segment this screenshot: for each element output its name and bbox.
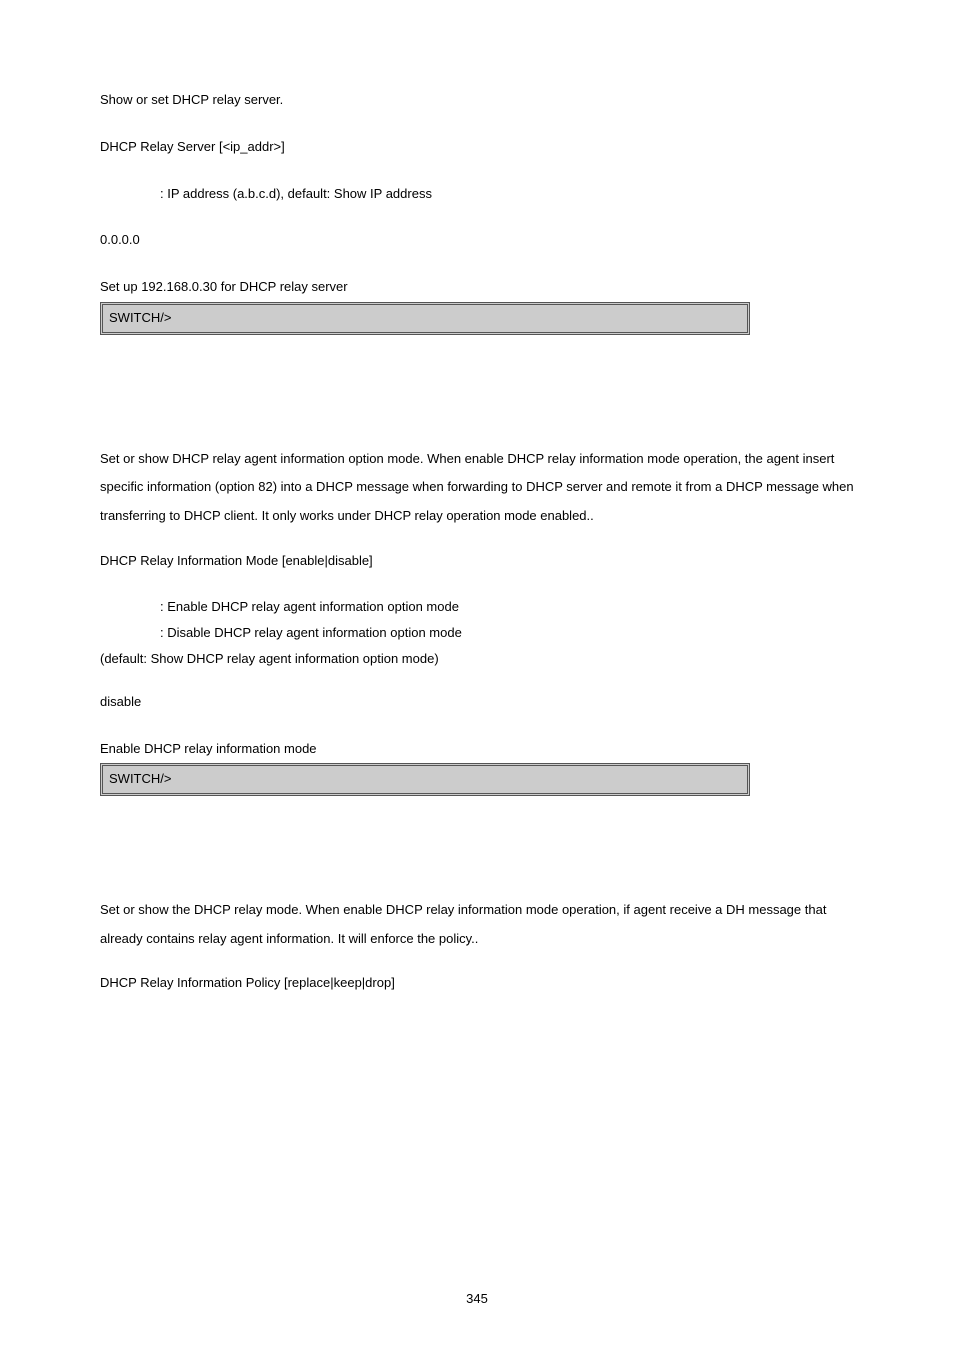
- cli-output: SWITCH/>: [100, 302, 750, 335]
- desc-text: Show or set DHCP relay server.: [100, 90, 854, 111]
- example-desc: Set up 192.168.0.30 for DHCP relay serve…: [100, 277, 854, 298]
- section-relay-server: Show or set DHCP relay server. DHCP Rela…: [100, 90, 854, 335]
- example-desc: Enable DHCP relay information mode: [100, 739, 854, 760]
- section-relay-info-mode: Set or show DHCP relay agent information…: [100, 445, 854, 796]
- param-default: (default: Show DHCP relay agent informat…: [100, 649, 854, 670]
- param-disable: : Disable DHCP relay agent information o…: [100, 623, 854, 644]
- param-enable: : Enable DHCP relay agent information op…: [100, 597, 854, 618]
- default-value: disable: [100, 692, 854, 713]
- desc-text: Set or show DHCP relay agent information…: [100, 445, 854, 531]
- page-number: 345: [0, 1289, 954, 1310]
- default-value: 0.0.0.0: [100, 230, 854, 251]
- cli-output: SWITCH/>: [100, 763, 750, 796]
- section-relay-info-policy: Set or show the DHCP relay mode. When en…: [100, 896, 854, 994]
- param-text: : IP address (a.b.c.d), default: Show IP…: [100, 184, 854, 205]
- syntax-text: DHCP Relay Information Mode [enable|disa…: [100, 551, 854, 572]
- syntax-text: DHCP Relay Information Policy [replace|k…: [100, 973, 854, 994]
- desc-text: Set or show the DHCP relay mode. When en…: [100, 896, 854, 953]
- syntax-text: DHCP Relay Server [<ip_addr>]: [100, 137, 854, 158]
